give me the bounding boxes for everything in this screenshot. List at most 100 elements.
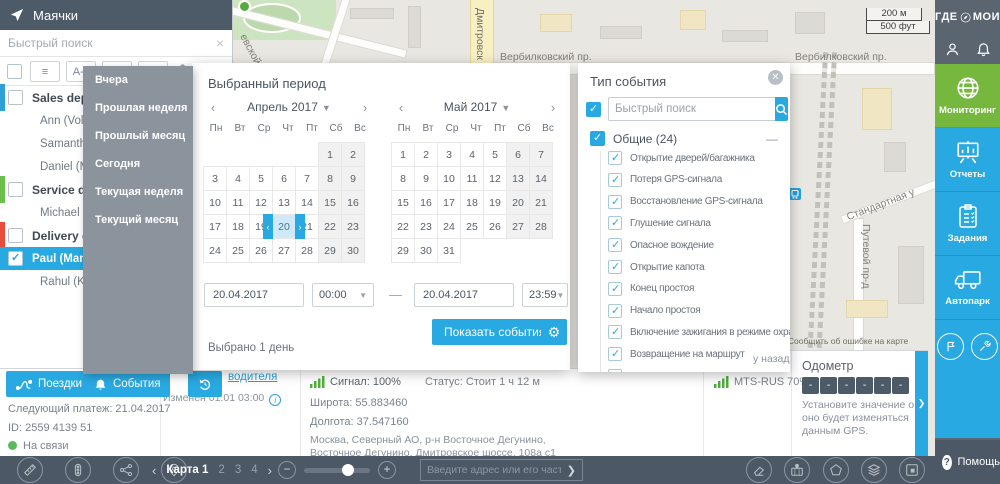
calendar-day[interactable]: 26 [483, 214, 507, 239]
odometer-digit[interactable]: - [838, 377, 855, 394]
event-checkbox[interactable] [608, 238, 622, 252]
calendar-day[interactable]: 17 [203, 214, 227, 239]
events-group-checkbox[interactable] [590, 131, 605, 146]
month-dropdown-icon[interactable]: ▼ [501, 103, 510, 113]
traffic-button[interactable] [65, 457, 91, 483]
calendar-day[interactable]: 15 [391, 190, 415, 215]
from-time-select[interactable]: 00:00▼ [312, 283, 374, 307]
calendar-day[interactable]: 27 [272, 238, 296, 263]
map-page[interactable]: 2 [218, 464, 224, 476]
calendar-day[interactable]: 23 [341, 214, 365, 239]
select-all-checkbox[interactable] [7, 64, 22, 79]
calendar-day[interactable]: 29 [391, 238, 415, 263]
calendar-day[interactable]: 2 [414, 142, 438, 167]
calendar-day[interactable]: 3 [437, 142, 461, 167]
report-map-error-link[interactable]: Сообщить об ошибке на карте [788, 336, 908, 346]
calendar-day[interactable]: 9 [341, 166, 365, 191]
map-page[interactable]: 4 [251, 464, 257, 476]
prev-month-icon[interactable]: ‹ [392, 100, 410, 115]
calendar-day[interactable]: 7 [529, 142, 553, 167]
odometer-digit[interactable]: - [874, 377, 891, 394]
calendar-day[interactable]: 17 [437, 190, 461, 215]
list-view-button[interactable]: ≡ [30, 61, 60, 82]
calendar-day[interactable]: 23 [414, 214, 438, 239]
calendar-day[interactable]: 6 [506, 142, 530, 167]
geofence-flag-button[interactable] [937, 333, 964, 360]
calendar-day[interactable]: 25 [460, 214, 484, 239]
calendar-day[interactable]: 3 [203, 166, 227, 191]
geofence-button[interactable] [823, 457, 849, 483]
calendar-day[interactable]: 18 [460, 190, 484, 215]
event-type-item[interactable]: Глушение сигнала [608, 216, 711, 230]
period-preset-item[interactable]: Текущая неделя [83, 178, 193, 206]
calendar-day[interactable]: 5 [249, 166, 273, 191]
zoom-out-button[interactable]: − [278, 461, 296, 479]
calendar-day[interactable]: 30 [341, 238, 365, 263]
event-checkbox[interactable] [608, 304, 622, 318]
group-checkbox[interactable] [8, 90, 23, 105]
calendar-day[interactable]: 16 [341, 190, 365, 215]
event-search-button[interactable] [775, 97, 788, 121]
to-time-select[interactable]: 23:59▼ [522, 283, 568, 307]
odometer-digit[interactable]: - [856, 377, 873, 394]
calendar-day[interactable]: 25 [226, 238, 250, 263]
period-preset-item[interactable]: Сегодня [83, 150, 193, 178]
nav-fleet[interactable]: Автопарк [935, 256, 1000, 320]
next-month-icon[interactable]: › [356, 100, 374, 115]
calendar-day[interactable]: 4 [460, 142, 484, 167]
clear-search-icon[interactable]: × [216, 36, 224, 50]
calendar-day[interactable]: 5 [483, 142, 507, 167]
driver-link[interactable]: водителя [228, 371, 277, 383]
share-button[interactable] [113, 457, 139, 483]
beacons-search-input[interactable] [8, 36, 216, 50]
event-type-item[interactable]: Потеря GPS-сигнала [608, 173, 722, 187]
calendar-day[interactable]: 14 [529, 166, 553, 191]
next-map-icon[interactable]: › [268, 463, 272, 478]
event-checkbox[interactable] [608, 347, 622, 361]
event-checkbox[interactable] [608, 369, 622, 372]
eraser-button[interactable] [746, 457, 772, 483]
address-search-input[interactable] [421, 464, 567, 476]
next-month-icon[interactable]: › [544, 100, 562, 115]
calendar-day[interactable]: 6 [272, 166, 296, 191]
close-icon[interactable]: ✕ [768, 70, 783, 85]
month-dropdown-icon[interactable]: ▼ [322, 103, 331, 113]
group-checkbox[interactable] [8, 228, 23, 243]
calendar-day[interactable]: 27 [506, 214, 530, 239]
event-checkbox[interactable] [608, 260, 622, 274]
nav-tasks[interactable]: Задания [935, 192, 1000, 256]
map-page[interactable]: 3 [235, 464, 241, 476]
from-date-input[interactable]: 20.04.2017 [204, 283, 304, 307]
calendar-day[interactable]: 15 [318, 190, 342, 215]
poi-button[interactable] [784, 457, 810, 483]
period-preset-item[interactable]: Вчера [83, 66, 193, 94]
layers-button[interactable] [861, 457, 887, 483]
event-checkbox[interactable] [608, 325, 622, 339]
extend-range-right-icon[interactable]: › [295, 214, 305, 239]
calendar-day[interactable]: 26 [249, 238, 273, 263]
event-checkbox[interactable] [608, 151, 622, 165]
event-type-item[interactable]: Конец простоя [608, 282, 694, 296]
calendar-day[interactable]: 20‹› [272, 214, 296, 239]
calendar-day[interactable]: 8 [391, 166, 415, 191]
event-type-item[interactable]: Начало простоя [608, 304, 700, 318]
zoom-in-button[interactable]: + [378, 461, 396, 479]
calendar-day[interactable]: 13 [506, 166, 530, 191]
select-all-events-checkbox[interactable] [586, 102, 601, 117]
prev-month-icon[interactable]: ‹ [204, 100, 222, 115]
calendar-day[interactable]: 12 [249, 190, 273, 215]
calendar-day[interactable]: 2 [341, 142, 365, 167]
calendar-day[interactable]: 12 [483, 166, 507, 191]
calendar-day[interactable]: 1 [318, 142, 342, 167]
odometer-digit[interactable]: - [802, 377, 819, 394]
calendar-day[interactable]: 10 [437, 166, 461, 191]
calendar-day[interactable]: 20 [506, 190, 530, 215]
calendar-day[interactable]: 31 [437, 238, 461, 263]
minimap-button[interactable] [899, 457, 925, 483]
calendar-day[interactable]: 11 [226, 190, 250, 215]
calendar-day[interactable]: 8 [318, 166, 342, 191]
event-checkbox[interactable] [608, 282, 622, 296]
calendar-day[interactable]: 1 [391, 142, 415, 167]
period-settings-button[interactable]: ⚙ [541, 319, 567, 345]
history-button[interactable] [188, 371, 222, 397]
